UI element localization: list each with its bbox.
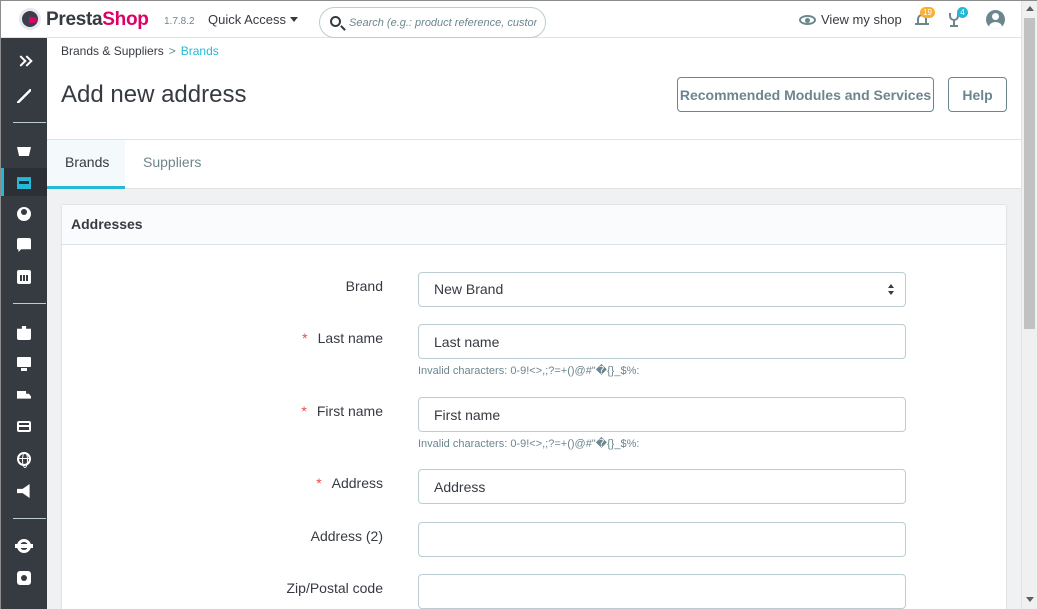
sidebar-item-advanced[interactable]	[1, 564, 47, 592]
sidebar-item-shipping[interactable]	[1, 382, 47, 410]
prestashop-logo-icon[interactable]	[19, 8, 41, 30]
puzzle-icon	[17, 326, 31, 340]
search-icon[interactable]	[330, 16, 341, 27]
view-my-shop-link[interactable]: View my shop	[799, 12, 902, 27]
page-scrollbar[interactable]	[1021, 1, 1037, 609]
help-button[interactable]: Help	[948, 77, 1007, 112]
select-arrows-icon	[888, 284, 896, 296]
recommended-modules-button[interactable]: Recommended Modules and Services	[677, 77, 934, 112]
sidebar-divider	[13, 518, 46, 519]
brand-name[interactable]: PrestaShop	[46, 9, 149, 31]
scroll-down-arrow-icon[interactable]	[1026, 597, 1034, 602]
required-asterisk: *	[316, 475, 322, 491]
main-content: Brands & Suppliers > Brands Add new addres…	[47, 38, 1021, 609]
brand-label: Brand	[345, 278, 383, 294]
zip-input[interactable]	[418, 574, 906, 609]
first-name-label: * First name	[301, 403, 383, 419]
address2-label: Address (2)	[310, 528, 383, 544]
sidebar-item-orders[interactable]	[1, 137, 47, 165]
breadcrumb-current[interactable]: Brands	[181, 44, 219, 58]
zip-label: Zip/Postal code	[286, 580, 384, 596]
sidebar-item-dashboard[interactable]	[1, 82, 47, 110]
truck-icon	[17, 391, 31, 399]
sidebar	[1, 38, 47, 609]
shopping-basket-icon	[17, 147, 31, 156]
sidebar-item-catalog[interactable]	[1, 168, 47, 196]
search-input[interactable]	[349, 13, 537, 33]
trending-up-icon	[17, 89, 31, 103]
required-asterisk: *	[302, 330, 308, 346]
quick-access-label: Quick Access	[208, 12, 287, 27]
sidebar-divider	[13, 303, 46, 304]
last-name-label: * Last name	[302, 330, 383, 346]
sidebar-item-payment[interactable]	[1, 413, 47, 441]
sidebar-item-stats[interactable]	[1, 263, 47, 291]
breadcrumb-separator: >	[168, 44, 176, 58]
last-name-input[interactable]	[418, 324, 906, 359]
first-name-hint: Invalid characters: 0-9!<>,;?=+()@#"�{}_…	[418, 438, 640, 450]
first-name-input[interactable]	[418, 397, 906, 432]
view-my-shop-label: View my shop	[821, 12, 902, 27]
addresses-panel: Addresses Brand New Brand *Last name Inv…	[61, 204, 1007, 609]
user-avatar-icon[interactable]	[986, 10, 1005, 29]
settings-applications-icon	[17, 571, 31, 585]
address2-input[interactable]	[418, 522, 906, 557]
address-label: * Address	[316, 475, 383, 491]
sidebar-item-international[interactable]	[1, 445, 47, 473]
customers-count-badge: 4	[957, 7, 968, 18]
sidebar-item-customers[interactable]	[1, 200, 47, 228]
bar-chart-icon	[17, 270, 31, 284]
tabs: Brands Suppliers	[47, 140, 1021, 189]
monitor-icon	[17, 357, 31, 371]
chat-icon	[17, 238, 31, 252]
search-box	[319, 7, 546, 38]
double-chevron-right-icon	[17, 54, 31, 68]
page-header: Brands & Suppliers > Brands Add new addres…	[47, 38, 1021, 140]
sidebar-item-settings[interactable]	[1, 532, 47, 560]
orders-count-badge: 19	[920, 7, 935, 18]
sidebar-item-modules[interactable]	[1, 319, 47, 347]
top-header: PrestaShop 1.7.8.2 Quick Access View my …	[1, 1, 1021, 38]
sidebar-item-marketing[interactable]	[1, 477, 47, 505]
tab-brands[interactable]: Brands	[47, 140, 125, 189]
last-name-hint: Invalid characters: 0-9!<>,;?=+()@#"�{}_…	[418, 365, 640, 377]
credit-card-icon	[17, 421, 31, 432]
sidebar-divider	[13, 122, 46, 123]
panel-title: Addresses	[62, 205, 1006, 245]
quick-access-dropdown[interactable]: Quick Access	[208, 12, 299, 27]
eye-icon	[799, 15, 816, 25]
globe-icon	[17, 452, 31, 468]
breadcrumb: Brands & Suppliers > Brands	[61, 44, 219, 58]
sidebar-item-design[interactable]	[1, 350, 47, 378]
sidebar-item-messages[interactable]	[1, 231, 47, 259]
tab-suppliers[interactable]: Suppliers	[125, 140, 219, 189]
address-input[interactable]	[418, 469, 906, 504]
gear-icon	[15, 539, 33, 553]
megaphone-icon	[17, 484, 30, 498]
breadcrumb-parent[interactable]: Brands & Suppliers	[61, 44, 164, 58]
caret-down-icon	[290, 17, 299, 22]
account-circle-icon	[17, 207, 31, 221]
scrollbar-thumb[interactable]	[1024, 18, 1035, 329]
store-icon	[17, 177, 31, 189]
page-title: Add new address	[61, 81, 247, 108]
version-label: 1.7.8.2	[164, 16, 195, 27]
required-asterisk: *	[301, 403, 307, 419]
scroll-up-arrow-icon[interactable]	[1026, 6, 1034, 11]
brand-select-value: New Brand	[434, 281, 504, 297]
brand-select[interactable]: New Brand	[418, 272, 906, 307]
sidebar-item-collapse[interactable]	[1, 47, 47, 75]
